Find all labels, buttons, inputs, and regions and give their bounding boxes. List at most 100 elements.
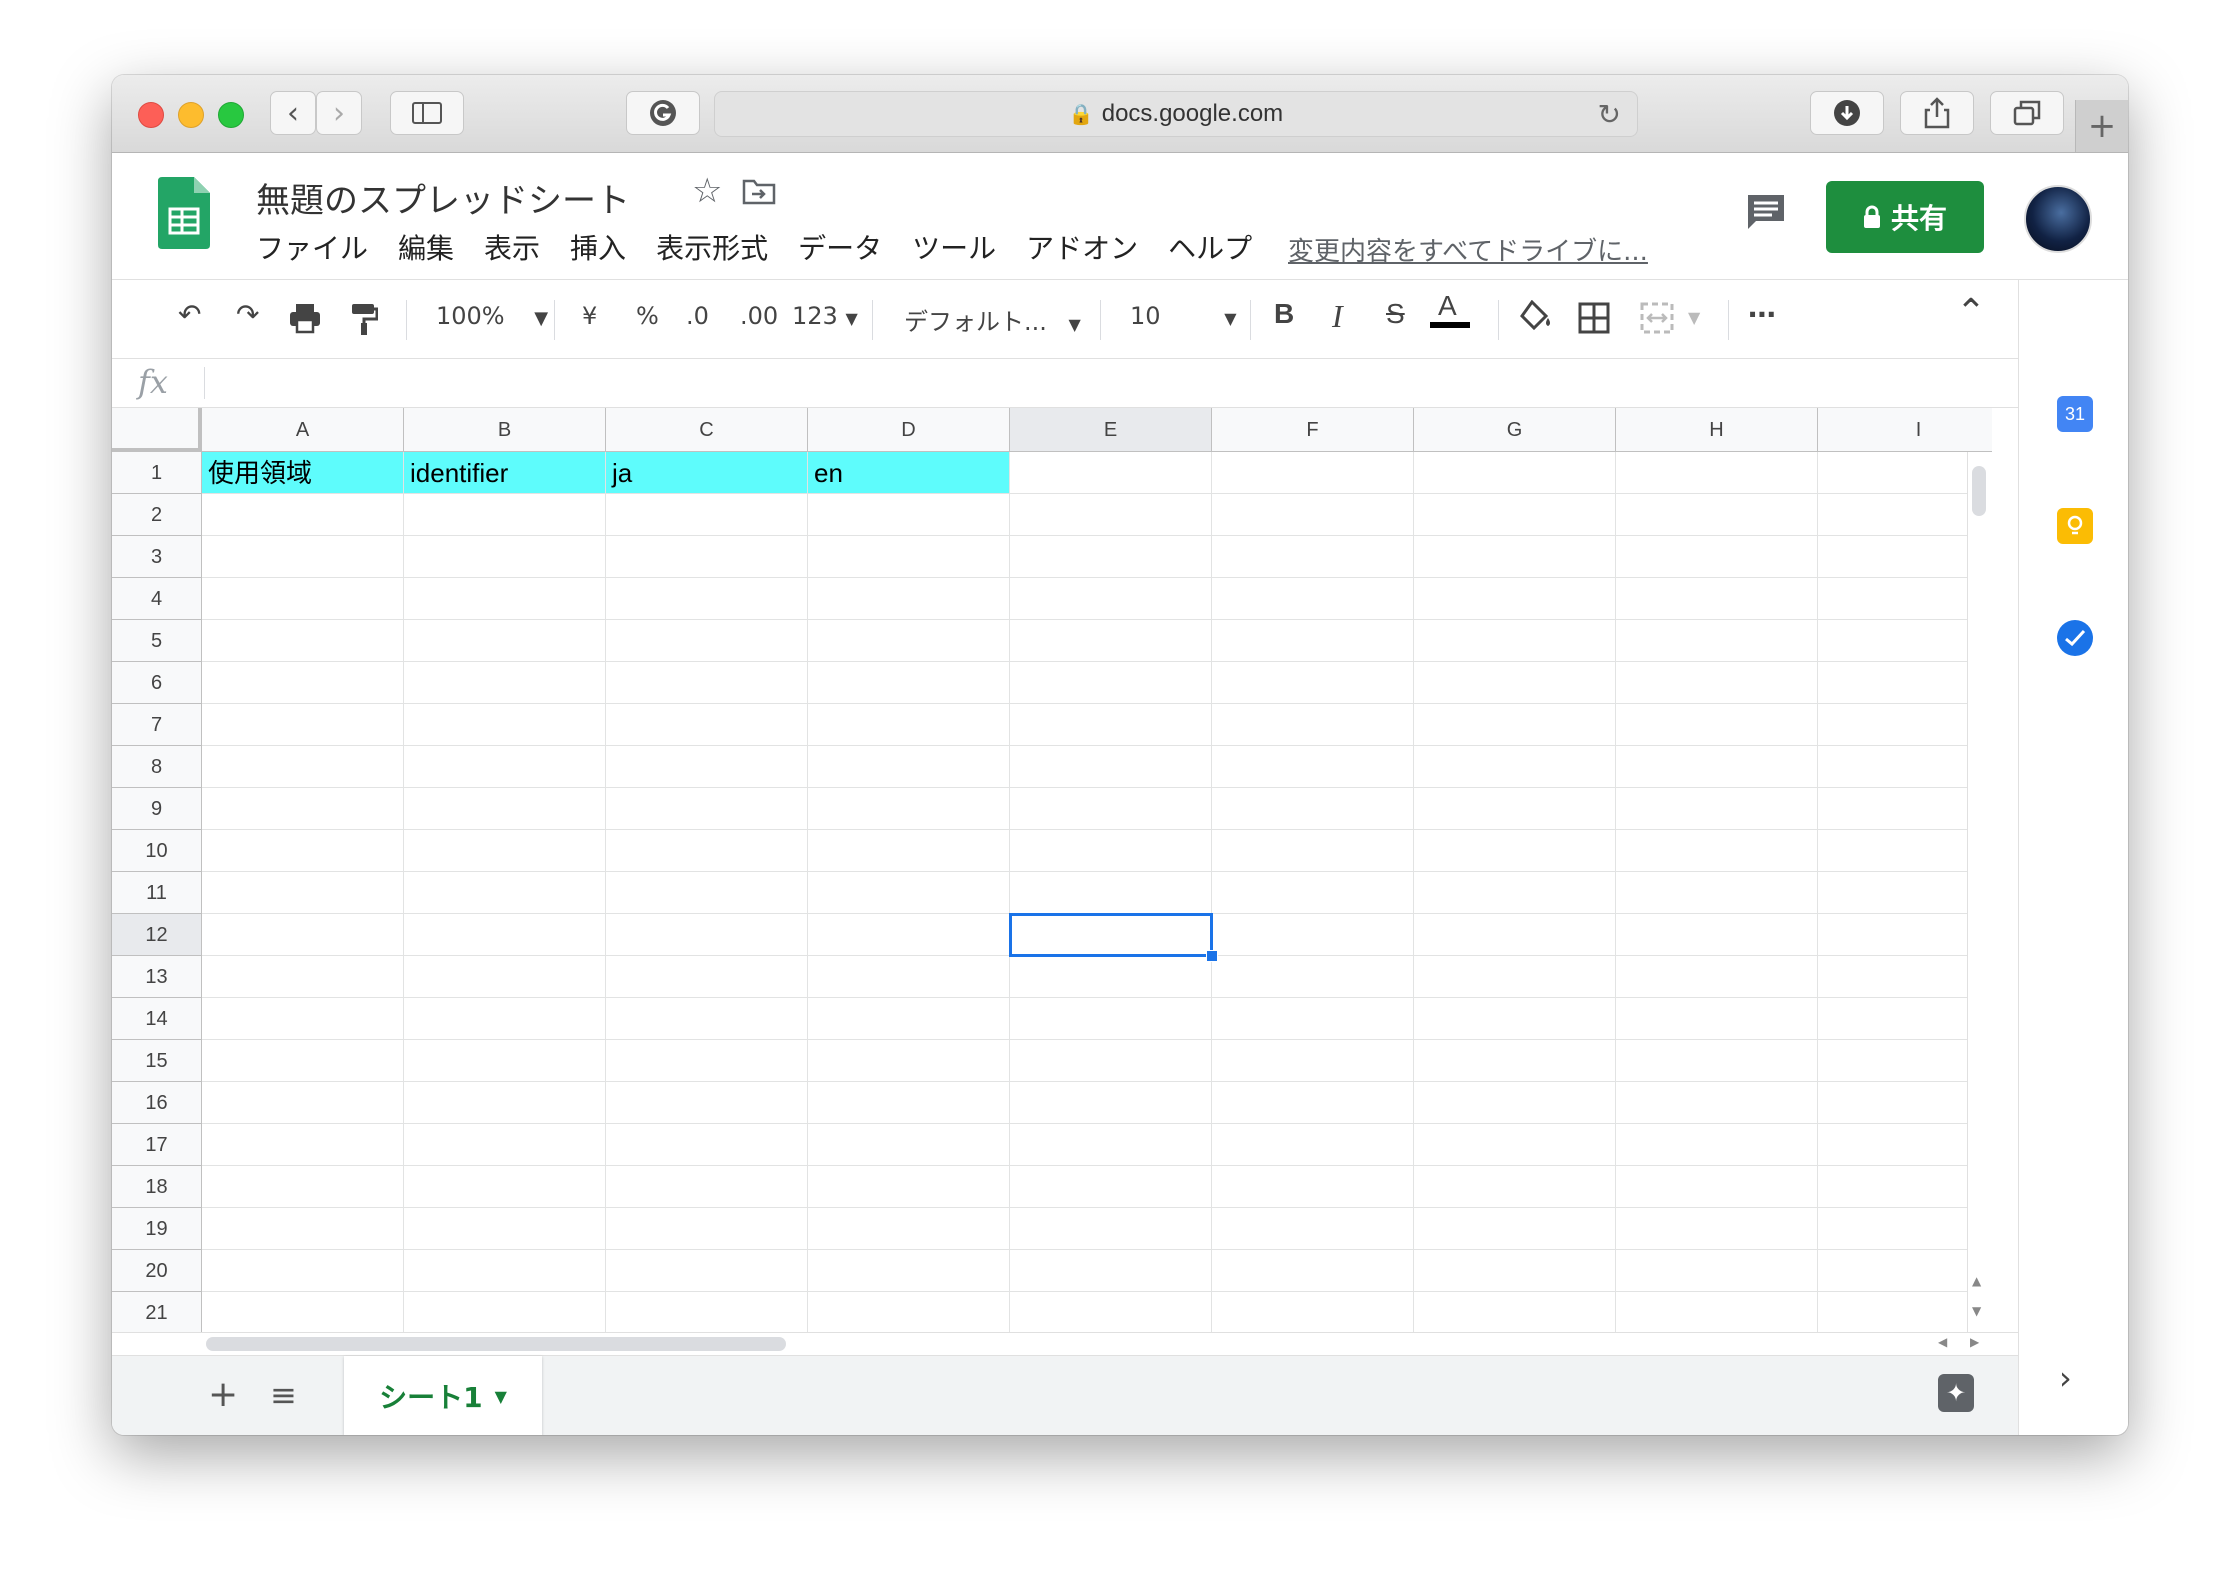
cell-B4[interactable]: [404, 578, 606, 620]
cell-E20[interactable]: [1010, 1250, 1212, 1292]
explore-icon[interactable]: ✦: [1938, 1374, 1974, 1412]
cell-D19[interactable]: [808, 1208, 1010, 1250]
cell-E1[interactable]: [1010, 452, 1212, 494]
cell-B20[interactable]: [404, 1250, 606, 1292]
cell-A19[interactable]: [202, 1208, 404, 1250]
cell-G14[interactable]: [1414, 998, 1616, 1040]
cell-I7[interactable]: [1818, 704, 1992, 746]
cell-C15[interactable]: [606, 1040, 808, 1082]
menu-view[interactable]: 表示: [484, 227, 540, 267]
row-header[interactable]: 8: [112, 746, 202, 788]
row-header[interactable]: 15: [112, 1040, 202, 1082]
forward-button[interactable]: ›: [316, 91, 362, 135]
row-header[interactable]: 3: [112, 536, 202, 578]
cell-I6[interactable]: [1818, 662, 1992, 704]
tasks-icon[interactable]: [2057, 620, 2093, 656]
cell-A16[interactable]: [202, 1082, 404, 1124]
cell-F2[interactable]: [1212, 494, 1414, 536]
cell-G11[interactable]: [1414, 872, 1616, 914]
cell-I1[interactable]: [1818, 452, 1992, 494]
cell-H9[interactable]: [1616, 788, 1818, 830]
cell-A12[interactable]: [202, 914, 404, 956]
scroll-down-arrow-icon[interactable]: ▼: [1972, 1304, 1981, 1318]
cell-B14[interactable]: [404, 998, 606, 1040]
cell-B18[interactable]: [404, 1166, 606, 1208]
cell-E16[interactable]: [1010, 1082, 1212, 1124]
row-header[interactable]: 4: [112, 578, 202, 620]
scroll-left-arrow-icon[interactable]: ◀: [1938, 1335, 1947, 1349]
document-title[interactable]: 無題のスプレッドシート: [256, 173, 630, 222]
sidebar-toggle-button[interactable]: [390, 91, 464, 135]
cell-A6[interactable]: [202, 662, 404, 704]
borders-icon[interactable]: [1578, 302, 1610, 334]
cell-I13[interactable]: [1818, 956, 1992, 998]
cell-D7[interactable]: [808, 704, 1010, 746]
cell-A9[interactable]: [202, 788, 404, 830]
cell-I14[interactable]: [1818, 998, 1992, 1040]
cell-I21[interactable]: [1818, 1292, 1992, 1332]
cell-B21[interactable]: [404, 1292, 606, 1332]
cell-D20[interactable]: [808, 1250, 1010, 1292]
cell-E5[interactable]: [1010, 620, 1212, 662]
cell-C19[interactable]: [606, 1208, 808, 1250]
cell-H2[interactable]: [1616, 494, 1818, 536]
cell-F18[interactable]: [1212, 1166, 1414, 1208]
cell-B3[interactable]: [404, 536, 606, 578]
cell-E9[interactable]: [1010, 788, 1212, 830]
merge-cells-icon[interactable]: [1640, 302, 1674, 334]
cell-B1[interactable]: identifier: [404, 452, 606, 494]
row-header[interactable]: 5: [112, 620, 202, 662]
row-header[interactable]: 9: [112, 788, 202, 830]
row-header[interactable]: 19: [112, 1208, 202, 1250]
cell-B8[interactable]: [404, 746, 606, 788]
cell-E15[interactable]: [1010, 1040, 1212, 1082]
cell-H20[interactable]: [1616, 1250, 1818, 1292]
cell-B13[interactable]: [404, 956, 606, 998]
address-bar[interactable]: 🔒 docs.google.com ↻: [714, 91, 1638, 137]
cell-H10[interactable]: [1616, 830, 1818, 872]
cell-F13[interactable]: [1212, 956, 1414, 998]
menu-addons[interactable]: アドオン: [1026, 227, 1138, 267]
currency-format-button[interactable]: ¥: [582, 302, 597, 330]
row-header[interactable]: 21: [112, 1292, 202, 1332]
downloads-button[interactable]: [1810, 91, 1884, 135]
row-header[interactable]: 20: [112, 1250, 202, 1292]
cell-E4[interactable]: [1010, 578, 1212, 620]
cell-F12[interactable]: [1212, 914, 1414, 956]
cell-B10[interactable]: [404, 830, 606, 872]
cell-F20[interactable]: [1212, 1250, 1414, 1292]
cell-C3[interactable]: [606, 536, 808, 578]
cell-A10[interactable]: [202, 830, 404, 872]
row-header[interactable]: 18: [112, 1166, 202, 1208]
cell-B6[interactable]: [404, 662, 606, 704]
cell-B9[interactable]: [404, 788, 606, 830]
merge-dropdown-arrow-icon[interactable]: ▼: [1688, 308, 1700, 327]
cell-G20[interactable]: [1414, 1250, 1616, 1292]
cell-G3[interactable]: [1414, 536, 1616, 578]
cell-C5[interactable]: [606, 620, 808, 662]
text-color-button[interactable]: A: [1430, 290, 1470, 328]
cell-B5[interactable]: [404, 620, 606, 662]
fill-handle[interactable]: [1206, 950, 1218, 962]
cell-D6[interactable]: [808, 662, 1010, 704]
zoom-window-button[interactable]: [218, 102, 244, 128]
extension-button[interactable]: [626, 91, 700, 135]
cell-G15[interactable]: [1414, 1040, 1616, 1082]
cell-F1[interactable]: [1212, 452, 1414, 494]
row-header[interactable]: 7: [112, 704, 202, 746]
cell-I10[interactable]: [1818, 830, 1992, 872]
cell-I9[interactable]: [1818, 788, 1992, 830]
zoom-select[interactable]: 100% ▼: [436, 302, 548, 330]
cell-D18[interactable]: [808, 1166, 1010, 1208]
cell-A20[interactable]: [202, 1250, 404, 1292]
menu-data[interactable]: データ: [798, 227, 882, 267]
print-icon[interactable]: [288, 302, 322, 334]
cell-A7[interactable]: [202, 704, 404, 746]
scroll-right-arrow-icon[interactable]: ▶: [1970, 1335, 1979, 1349]
cell-E14[interactable]: [1010, 998, 1212, 1040]
cell-G19[interactable]: [1414, 1208, 1616, 1250]
cell-F6[interactable]: [1212, 662, 1414, 704]
cell-C11[interactable]: [606, 872, 808, 914]
cell-A3[interactable]: [202, 536, 404, 578]
cell-E7[interactable]: [1010, 704, 1212, 746]
